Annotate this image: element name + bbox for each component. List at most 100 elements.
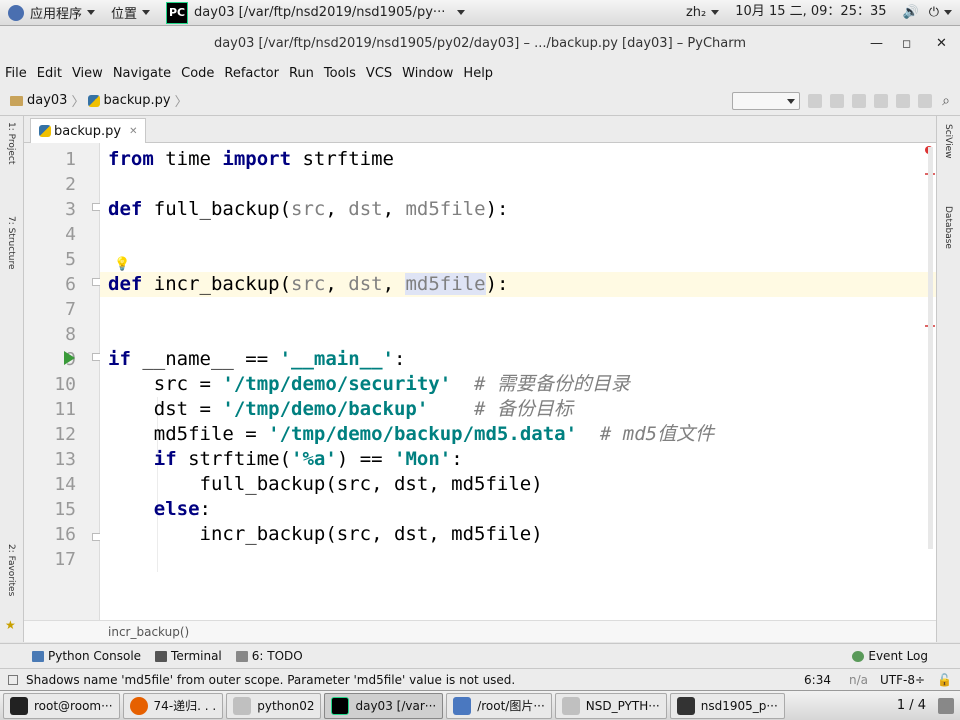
system-menu[interactable]: 🔊 ⏻ (895, 0, 960, 26)
stop-icon[interactable] (918, 93, 933, 108)
terminal-icon (155, 650, 168, 662)
menu-run[interactable]: Run (284, 62, 319, 86)
concurrency-icon[interactable] (896, 93, 911, 108)
python-file-icon (88, 94, 101, 107)
code-line-current: def incr_backup(src, dst, md5file): (108, 273, 509, 295)
status-message: Shadows name 'md5file' from outer scope.… (26, 672, 516, 687)
input-method-menu[interactable]: zh₂ (678, 0, 727, 26)
system-top-bar: 应用程序 位置 PC day03 [/var/ftp/nsd2019/nsd19… (0, 0, 960, 26)
todo-button[interactable]: 6: TODO (235, 649, 303, 663)
profile-icon[interactable] (874, 93, 889, 108)
taskbar: root@room··· 74-递归. . . python02 day03 [… (0, 690, 960, 720)
tab-backup-py[interactable]: backup.py ✕ (30, 118, 147, 143)
python-console-button[interactable]: Python Console (32, 649, 141, 663)
file-encoding[interactable]: UTF-8÷ (880, 673, 925, 687)
menu-edit[interactable]: Edit (32, 62, 67, 86)
task-terminal[interactable]: root@room··· (3, 692, 120, 719)
menu-refactor[interactable]: Refactor (219, 62, 284, 86)
pycharm-icon: PC (166, 1, 189, 24)
code-editor[interactable]: 💡 from time import strftime def full_bac… (100, 143, 936, 620)
volume-icon: 🔊 (902, 5, 919, 20)
folder-icon (10, 95, 23, 106)
window-title-bar: day03 [/var/ftp/nsd2019/nsd1905/py02/day… (0, 26, 960, 62)
task-pycharm[interactable]: day03 [/var··· (324, 692, 444, 719)
menu-code[interactable]: Code (176, 62, 219, 86)
places-menu[interactable]: 位置 (103, 0, 158, 26)
run-icon[interactable] (808, 93, 823, 108)
menu-window[interactable]: Window (397, 62, 458, 86)
code-line: full_backup(src, dst, md5file) (108, 473, 543, 495)
debug-icon[interactable] (830, 93, 845, 108)
favorites-tool-button[interactable]: 2: Favorites (6, 544, 16, 596)
code-line: if __name__ == '__main__': (108, 348, 406, 370)
task-label: 74-递归. . . (153, 699, 217, 713)
task-label: /root/图片··· (477, 699, 545, 713)
show-desktop-icon[interactable] (938, 697, 954, 714)
vertical-scrollbar[interactable] (928, 147, 933, 549)
code-line: else: (153, 498, 211, 520)
task-nsd1905[interactable]: nsd1905_p··· (669, 692, 785, 719)
menu-bar: File Edit View Navigate Code Refactor Ru… (0, 62, 960, 86)
image-viewer-icon (453, 696, 472, 715)
task-label: NSD_PYTH··· (585, 698, 660, 713)
apps-menu[interactable]: 应用程序 (0, 0, 103, 26)
function-breadcrumb[interactable]: incr_backup() (108, 625, 189, 639)
breadcrumb-file[interactable]: backup.py (103, 93, 170, 108)
close-tab-icon[interactable]: ✕ (129, 126, 137, 137)
caret-position[interactable]: 6:34 (804, 673, 831, 687)
run-config-select[interactable] (732, 91, 801, 110)
active-window-menu[interactable]: PC day03 [/var/ftp/nsd2019/nsd1905/py··· (158, 0, 473, 26)
lock-icon[interactable]: 🔓 (937, 673, 952, 687)
minimize-button[interactable]: — (870, 36, 883, 51)
code-line: incr_backup(src, dst, md5file) (108, 523, 543, 545)
menu-file[interactable]: File (0, 62, 32, 86)
terminal-button[interactable]: Terminal (155, 649, 222, 663)
code-line: src = '/tmp/demo/security' # 需要备份的目录 (108, 373, 630, 395)
menu-navigate[interactable]: Navigate (108, 62, 176, 86)
code-line: from time import strftime (108, 148, 394, 170)
event-log-label: Event Log (868, 649, 928, 663)
workspace-pager[interactable]: 1 / 4 (891, 693, 932, 719)
close-button[interactable]: ✕ (936, 36, 947, 51)
todo-label: 6: TODO (251, 649, 303, 663)
line-number: 14 (54, 474, 76, 495)
line-number: 2 (65, 174, 76, 195)
line-number: 7 (65, 299, 76, 320)
line-number: 4 (65, 224, 76, 245)
line-separator-status[interactable]: n/a (849, 673, 868, 687)
python-console-icon (32, 650, 44, 662)
clock[interactable]: 10月 15 二, 09：25：35 (727, 0, 894, 26)
favorites-star-icon: ★ (5, 618, 16, 632)
maximize-button[interactable]: ◻ (902, 37, 911, 50)
code-line: dst = '/tmp/demo/backup' # 备份目标 (108, 398, 573, 420)
intention-bulb-icon[interactable]: 💡 (114, 257, 130, 272)
power-icon: ⏻ (928, 5, 939, 20)
run-gutter-icon[interactable] (64, 351, 75, 365)
task-firefox[interactable]: 74-递归. . . (122, 692, 224, 719)
sciview-tool-button[interactable]: SciView (943, 124, 953, 159)
menu-vcs[interactable]: VCS (361, 62, 397, 86)
breadcrumb-project[interactable]: day03 (27, 93, 67, 108)
project-tool-button[interactable]: 1: Project (6, 122, 16, 164)
line-number: 12 (54, 424, 76, 445)
structure-tool-button[interactable]: 7: Structure (6, 216, 16, 270)
menu-view[interactable]: View (67, 62, 108, 86)
window-title: day03 [/var/ftp/nsd2019/nsd1905/py02/day… (213, 36, 747, 51)
coverage-icon[interactable] (852, 93, 867, 108)
active-window-title: day03 [/var/ftp/nsd2019/nsd1905/py··· (194, 5, 446, 20)
apps-menu-label: 应用程序 (30, 7, 83, 22)
event-log-button[interactable]: Event Log (852, 649, 928, 663)
line-number: 6 (65, 274, 76, 295)
search-everywhere-icon[interactable]: ⌕ (942, 93, 950, 109)
database-tool-button[interactable]: Database (943, 206, 953, 249)
task-folder[interactable]: python02 (226, 692, 322, 719)
task-nsd-python[interactable]: NSD_PYTH··· (554, 692, 667, 719)
line-number: 17 (54, 549, 76, 570)
line-number: 15 (54, 499, 76, 520)
menu-help[interactable]: Help (458, 62, 498, 86)
breadcrumb: day03 〉 backup.py 〉 (10, 91, 188, 110)
menu-tools[interactable]: Tools (319, 62, 361, 86)
task-image-viewer[interactable]: /root/图片··· (446, 692, 552, 719)
tool-windows-toggle-icon[interactable] (8, 674, 18, 685)
python-file-icon (39, 125, 51, 137)
